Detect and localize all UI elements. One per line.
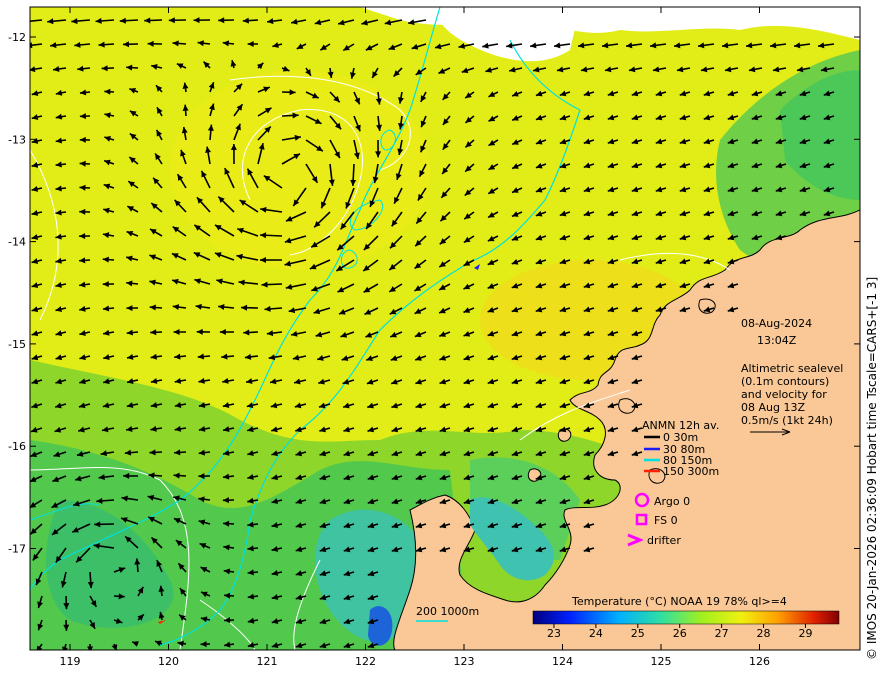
x-tick-label: 123 <box>454 655 475 668</box>
y-tick-label: -12 <box>8 31 26 44</box>
colorbar-tick-label: 28 <box>757 627 771 640</box>
x-tick-label: 121 <box>257 655 278 668</box>
credit-text: © IMOS 20-Jan-2026 02:36:09 Hobart time … <box>865 276 879 660</box>
time-label: 13:04Z <box>757 334 797 347</box>
argo-label: Argo 0 <box>654 495 690 508</box>
colorbar-tick-label: 26 <box>673 627 687 640</box>
drifter-label: drifter <box>647 534 681 547</box>
x-tick-label: 124 <box>552 655 573 668</box>
info-line-1: Altimetric sealevel <box>741 362 843 375</box>
isobath-label: 200 1000m <box>416 605 479 618</box>
y-tick-label: -14 <box>8 236 26 249</box>
colorbar-tick-label: 24 <box>589 627 603 640</box>
x-tick-label: 120 <box>158 655 179 668</box>
colorbar-tick-label: 25 <box>631 627 645 640</box>
x-tick-label: 126 <box>749 655 770 668</box>
fs-label: FS 0 <box>654 514 678 527</box>
x-tick-label: 125 <box>651 655 672 668</box>
info-line-4: 08 Aug 13Z <box>741 401 805 414</box>
info-line-3: and velocity for <box>741 388 827 401</box>
colorbar-tick-label: 23 <box>547 627 561 640</box>
x-tick-label: 119 <box>60 655 81 668</box>
date-label: 08-Aug-2024 <box>741 317 812 330</box>
x-tick-label: 122 <box>355 655 376 668</box>
anmn-legend-label-3: 150 300m <box>663 465 719 478</box>
colorbar-tick-label: 29 <box>798 627 812 640</box>
info-line-5: 0.5m/s (1kt 24h) <box>741 414 833 427</box>
y-tick-label: -17 <box>8 543 26 556</box>
y-tick-label: -15 <box>8 338 26 351</box>
map-figure: 119 120 121 122 123 124 125 126 -12 -13 -14 -15 -16… <box>8 6 861 668</box>
y-tick-label: -13 <box>8 133 26 146</box>
y-tick-label: -16 <box>8 440 26 453</box>
info-line-2: (0.1m contours) <box>741 375 829 388</box>
colorbar-title: Temperature (°C) NOAA 19 78% ql>=4 <box>571 595 787 608</box>
colorbar-tick-label: 27 <box>715 627 729 640</box>
colorbar-gradient <box>532 610 840 625</box>
